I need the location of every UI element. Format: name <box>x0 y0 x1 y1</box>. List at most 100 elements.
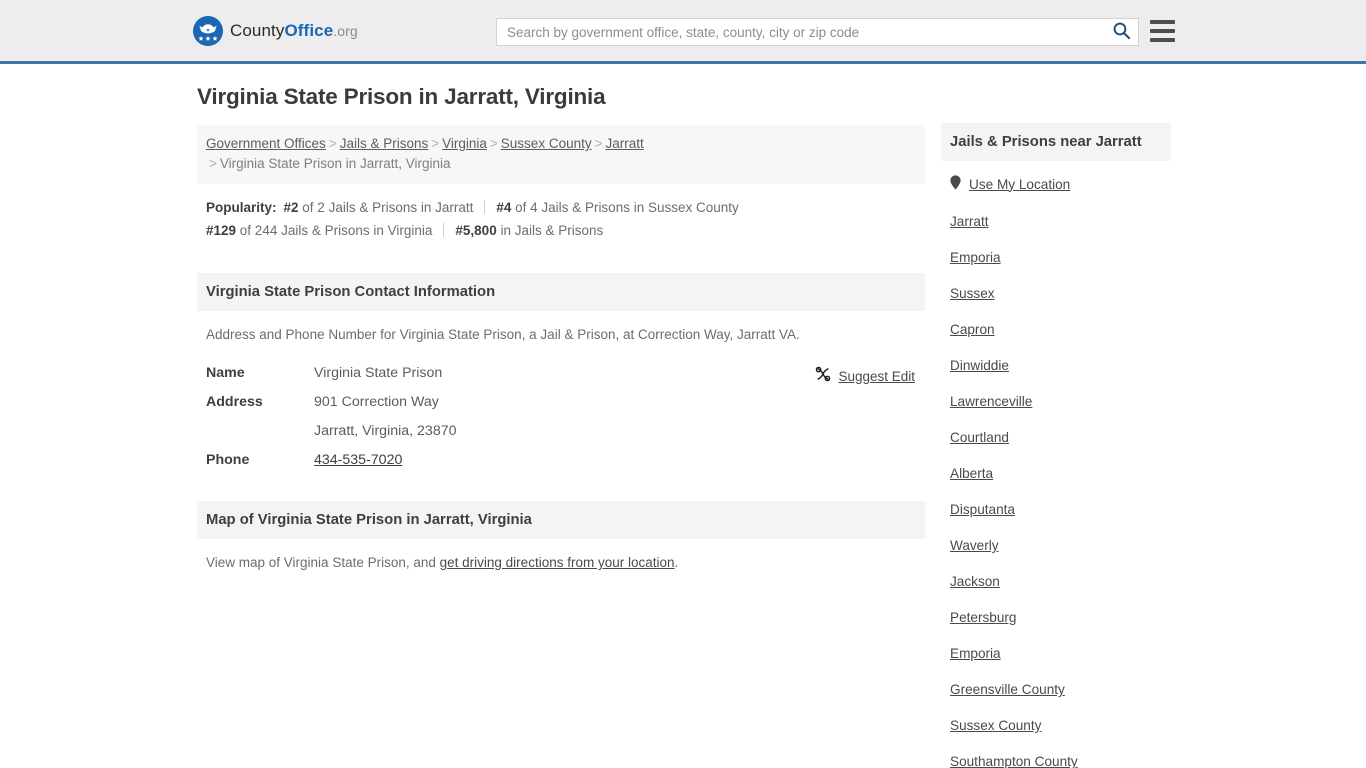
list-item[interactable]: Petersburg <box>950 610 1162 625</box>
contact-section-heading: Virginia State Prison Contact Informatio… <box>197 273 925 311</box>
contact-key-phone: Phone <box>206 452 250 468</box>
breadcrumb-separator: > <box>209 156 217 171</box>
popularity-rank-4: #5,800 <box>455 223 497 238</box>
nearby-link-waverly[interactable]: Waverly <box>950 538 999 553</box>
search-submit-button[interactable] <box>1104 19 1138 45</box>
nearby-link-sussex[interactable]: Sussex <box>950 286 995 301</box>
use-my-location-link[interactable]: Use My Location <box>969 177 1070 192</box>
nearby-link-sussex-county[interactable]: Sussex County <box>950 718 1041 733</box>
list-item[interactable]: Dinwiddie <box>950 358 1162 373</box>
list-item[interactable]: Capron <box>950 322 1162 337</box>
list-item[interactable]: Emporia <box>950 250 1162 265</box>
list-item[interactable]: Sussex <box>950 286 1162 301</box>
nearby-link-emporia-2[interactable]: Emporia <box>950 646 1001 661</box>
nearby-link-jarratt[interactable]: Jarratt <box>950 214 989 229</box>
popularity-row: Popularity: #2 of 2 Jails & Prisons in Ja… <box>197 184 925 250</box>
nearby-link-emporia[interactable]: Emporia <box>950 250 1001 265</box>
breadcrumb-separator: > <box>594 136 603 151</box>
popularity-rank-3: #129 <box>206 223 237 238</box>
breadcrumb-current: Virginia State Prison in Jarratt, Virgin… <box>219 156 451 171</box>
brand-part-org: .org <box>333 22 358 39</box>
map-section: Map of Virginia State Prison in Jarratt,… <box>197 501 925 573</box>
breadcrumb-separator: > <box>431 136 440 151</box>
main-column: Virginia State Prison in Jarratt, Virgin… <box>197 84 925 593</box>
list-item[interactable]: Emporia <box>950 646 1162 661</box>
contact-value-phone: 434-535-7020 <box>314 452 402 468</box>
popularity-divider <box>484 200 486 214</box>
suggest-edit-button[interactable]: Suggest Edit <box>815 366 915 387</box>
nearby-link-courtland[interactable]: Courtland <box>950 430 1009 445</box>
popularity-text-4: in Jails & Prisons <box>496 223 604 238</box>
nearby-link-greensville-county[interactable]: Greensville County <box>950 682 1065 697</box>
popularity-divider <box>443 223 445 237</box>
list-item[interactable]: Waverly <box>950 538 1162 553</box>
list-item[interactable]: Sussex County <box>950 718 1162 733</box>
map-section-body: View map of Virginia State Prison, and g… <box>197 539 925 573</box>
list-item[interactable]: Southampton County <box>950 754 1162 768</box>
nearby-link-disputanta[interactable]: Disputanta <box>950 502 1015 517</box>
contact-row-name: Name Virginia State Prison <box>206 365 916 381</box>
contact-table: Suggest Edit Name Virginia State Prison … <box>206 365 916 468</box>
breadcrumb-item-government-offices[interactable]: Government Offices <box>206 136 326 151</box>
popularity-text-3: of 244 Jails & Prisons in Virginia <box>236 223 433 238</box>
nearby-sidebar-heading: Jails & Prisons near Jarratt <box>941 123 1171 161</box>
breadcrumb-separator: > <box>489 136 498 151</box>
list-item[interactable]: Alberta <box>950 466 1162 481</box>
site-logo[interactable]: CountyOffice.org <box>193 15 358 46</box>
brand-part-office: Office <box>284 20 334 40</box>
nearby-link-dinwiddie[interactable]: Dinwiddie <box>950 358 1009 373</box>
search-bar[interactable] <box>496 18 1139 46</box>
hamburger-bar-2 <box>1150 29 1175 33</box>
nearby-link-petersburg[interactable]: Petersburg <box>950 610 1017 625</box>
map-text-after: . <box>674 555 679 570</box>
nearby-link-capron[interactable]: Capron <box>950 322 995 337</box>
list-item[interactable]: Lawrenceville <box>950 394 1162 409</box>
use-my-location-item[interactable]: Use My Location <box>950 175 1162 193</box>
menu-button[interactable] <box>1150 20 1175 42</box>
nearby-link-alberta[interactable]: Alberta <box>950 466 993 481</box>
nearby-link-jackson[interactable]: Jackson <box>950 574 1000 589</box>
contact-section-body: Address and Phone Number for Virginia St… <box>197 311 925 468</box>
list-item[interactable]: Jarratt <box>950 214 1162 229</box>
page-title: Virginia State Prison in Jarratt, Virgin… <box>197 84 606 109</box>
breadcrumb-item-jarratt[interactable]: Jarratt <box>605 136 643 151</box>
contact-blurb: Address and Phone Number for Virginia St… <box>206 327 800 342</box>
contact-row-address-line2: Jarratt, Virginia, 23870 <box>206 423 916 439</box>
countyoffice-eagle-icon <box>193 15 223 46</box>
popularity-rank-1: #2 <box>283 200 299 215</box>
list-item[interactable]: Disputanta <box>950 502 1162 517</box>
list-item[interactable]: Jackson <box>950 574 1162 589</box>
phone-link[interactable]: 434-535-7020 <box>314 452 402 468</box>
contact-value-name: Virginia State Prison <box>314 365 443 381</box>
suggest-edit-label: Suggest Edit <box>838 369 915 384</box>
breadcrumb-item-jails-prisons[interactable]: Jails & Prisons <box>340 136 429 151</box>
list-item[interactable]: Courtland <box>950 430 1162 445</box>
search-input[interactable] <box>497 19 1104 45</box>
nearby-sidebar: Jails & Prisons near Jarratt Use My Loca… <box>941 123 1171 768</box>
list-item[interactable]: Greensville County <box>950 682 1162 697</box>
popularity-text-2: of 4 Jails & Prisons in Sussex County <box>511 200 739 215</box>
contact-key-address: Address <box>206 394 263 410</box>
contact-row-address: Address 901 Correction Way <box>206 394 916 410</box>
breadcrumb-item-sussex-county[interactable]: Sussex County <box>501 136 592 151</box>
contact-key-name: Name <box>206 365 245 381</box>
contact-value-address-line2: Jarratt, Virginia, 23870 <box>314 423 457 439</box>
popularity-text-1: of 2 Jails & Prisons in Jarratt <box>298 200 474 215</box>
nearby-link-lawrenceville[interactable]: Lawrenceville <box>950 394 1032 409</box>
contact-section: Virginia State Prison Contact Informatio… <box>197 273 925 468</box>
nearby-link-southampton-county[interactable]: Southampton County <box>950 754 1078 768</box>
driving-directions-link[interactable]: get driving directions from your locatio… <box>440 555 675 570</box>
hamburger-bar-3 <box>1150 38 1175 42</box>
map-text-before: View map of Virginia State Prison, and <box>206 555 440 570</box>
breadcrumb-item-virginia[interactable]: Virginia <box>442 136 487 151</box>
contact-value-address-line1: 901 Correction Way <box>314 394 439 410</box>
popularity-rank-2: #4 <box>496 200 512 215</box>
breadcrumb-separator: > <box>328 136 337 151</box>
unlink-icon <box>815 366 831 387</box>
hamburger-bar-1 <box>1150 20 1175 24</box>
search-icon <box>1112 21 1131 43</box>
nearby-list: Use My Location Jarratt Emporia Sussex C… <box>941 161 1171 768</box>
map-section-heading: Map of Virginia State Prison in Jarratt,… <box>197 501 925 539</box>
map-blurb: View map of Virginia State Prison, and g… <box>206 553 916 573</box>
site-header: CountyOffice.org <box>0 0 1366 64</box>
